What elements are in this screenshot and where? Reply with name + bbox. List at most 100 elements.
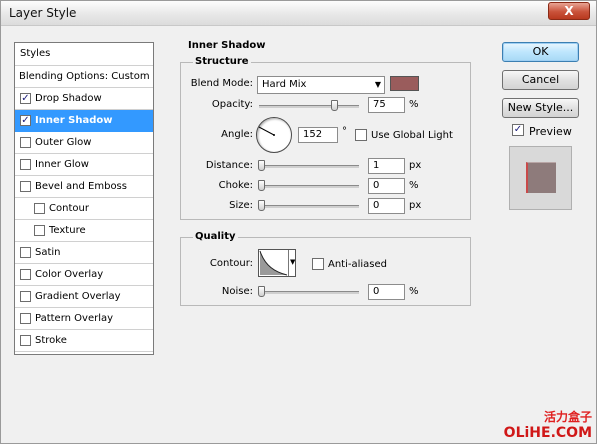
choke-unit: %: [409, 180, 419, 191]
style-item-checkbox[interactable]: [34, 225, 45, 236]
distance-input[interactable]: 1: [368, 158, 405, 174]
style-item-gradient-overlay[interactable]: Gradient Overlay: [15, 286, 153, 308]
choke-slider-track[interactable]: [259, 185, 359, 188]
noise-input[interactable]: 0: [368, 284, 405, 300]
blend-mode-value: Hard Mix: [262, 79, 307, 90]
watermark-line2: OLiHE.COM: [503, 425, 592, 441]
style-item-label: Texture: [49, 225, 86, 236]
noise-label: Noise:: [221, 286, 253, 297]
ok-button[interactable]: OK: [502, 42, 579, 62]
shadow-color-swatch[interactable]: [390, 76, 419, 91]
size-slider-track[interactable]: [259, 205, 359, 208]
use-global-light-label: Use Global Light: [371, 130, 453, 141]
style-item-checkbox[interactable]: [20, 181, 31, 192]
noise-slider-thumb[interactable]: [258, 286, 265, 297]
chevron-down-icon: ▼: [374, 80, 381, 89]
anti-aliased-checkbox[interactable]: [312, 258, 324, 270]
angle-input[interactable]: 152: [298, 127, 338, 143]
style-item-checkbox[interactable]: ✓: [20, 93, 31, 104]
new-style-button[interactable]: New Style...: [502, 98, 579, 118]
style-item-label: Outer Glow: [35, 137, 92, 148]
title-bar: Layer Style X: [1, 1, 596, 26]
blend-mode-select[interactable]: Hard Mix ▼: [257, 76, 385, 94]
style-item-contour[interactable]: Contour: [15, 198, 153, 220]
style-item-inner-glow[interactable]: Inner Glow: [15, 154, 153, 176]
style-item-label: Bevel and Emboss: [35, 181, 127, 192]
blending-options-label: Blending Options: Custom: [19, 71, 150, 82]
style-item-checkbox[interactable]: [20, 291, 31, 302]
angle-label: Angle:: [221, 129, 253, 140]
style-item-checkbox[interactable]: ✓: [20, 115, 31, 126]
style-item-checkbox[interactable]: [34, 203, 45, 214]
opacity-slider-thumb[interactable]: [331, 100, 338, 111]
choke-slider-thumb[interactable]: [258, 180, 265, 191]
contour-label: Contour:: [209, 258, 253, 269]
preview-checkbox[interactable]: ✓: [512, 124, 524, 136]
svg-text:▼: ▼: [290, 258, 295, 266]
style-item-checkbox[interactable]: [20, 159, 31, 170]
use-global-light-checkbox[interactable]: [355, 129, 367, 141]
style-item-texture[interactable]: Texture: [15, 220, 153, 242]
choke-input[interactable]: 0: [368, 178, 405, 194]
anti-aliased-label: Anti-aliased: [328, 259, 388, 270]
style-item-checkbox[interactable]: [20, 335, 31, 346]
watermark-line1: 活力盒子: [543, 410, 592, 424]
section-title: Inner Shadow: [186, 40, 268, 51]
style-item-inner-shadow[interactable]: ✓ Inner Shadow: [15, 110, 153, 132]
style-item-checkbox[interactable]: [20, 313, 31, 324]
angle-needle-icon: [258, 126, 275, 136]
style-item-label: Contour: [49, 203, 89, 214]
blend-mode-label: Blend Mode:: [190, 78, 253, 89]
style-item-bevel-and-emboss[interactable]: Bevel and Emboss: [15, 176, 153, 198]
style-preview: [509, 146, 572, 210]
watermark: 活力盒子 OLiHE.COM: [504, 408, 592, 441]
opacity-label: Opacity:: [211, 99, 253, 110]
style-item-label: Drop Shadow: [35, 93, 102, 104]
style-item-checkbox[interactable]: [20, 269, 31, 280]
contour-curve-icon: ▼: [259, 250, 296, 276]
styles-header[interactable]: Styles: [15, 43, 153, 66]
style-item-checkbox[interactable]: [20, 137, 31, 148]
styles-list: Styles Blending Options: Custom ✓ Drop Sh…: [14, 42, 154, 355]
size-input[interactable]: 0: [368, 198, 405, 214]
structure-title: Structure: [193, 56, 251, 67]
size-label: Size:: [229, 200, 253, 211]
choke-label: Choke:: [218, 180, 253, 191]
style-item-checkbox[interactable]: [20, 247, 31, 258]
style-item-label: Stroke: [35, 335, 67, 346]
angle-dial[interactable]: [256, 117, 292, 153]
styles-header-label: Styles: [20, 48, 51, 59]
layer-style-dialog: Layer Style X Styles Blending Options: C…: [0, 0, 597, 444]
blending-options-item[interactable]: Blending Options: Custom: [15, 66, 153, 88]
style-item-drop-shadow[interactable]: ✓ Drop Shadow: [15, 88, 153, 110]
style-item-pattern-overlay[interactable]: Pattern Overlay: [15, 308, 153, 330]
style-item-label: Gradient Overlay: [35, 291, 121, 302]
distance-slider-thumb[interactable]: [258, 160, 265, 171]
distance-slider-track[interactable]: [259, 165, 359, 168]
style-item-label: Satin: [35, 247, 61, 258]
style-item-label: Pattern Overlay: [35, 313, 114, 324]
distance-label: Distance:: [205, 160, 253, 171]
opacity-slider-track[interactable]: [259, 105, 359, 108]
size-unit: px: [409, 200, 422, 211]
style-item-outer-glow[interactable]: Outer Glow: [15, 132, 153, 154]
close-button[interactable]: X: [548, 2, 590, 20]
style-item-label: Inner Shadow: [35, 115, 113, 126]
opacity-input[interactable]: 75: [368, 97, 405, 113]
window-title: Layer Style: [9, 6, 77, 20]
style-item-stroke[interactable]: Stroke: [15, 330, 153, 352]
style-item-label: Inner Glow: [35, 159, 89, 170]
style-item-color-overlay[interactable]: Color Overlay: [15, 264, 153, 286]
preview-label: Preview: [529, 125, 572, 138]
cancel-button[interactable]: Cancel: [502, 70, 579, 90]
noise-slider-track[interactable]: [259, 291, 359, 294]
contour-picker[interactable]: ▼: [258, 249, 296, 277]
noise-unit: %: [409, 286, 419, 297]
preview-swatch: [526, 162, 556, 193]
size-slider-thumb[interactable]: [258, 200, 265, 211]
style-item-satin[interactable]: Satin: [15, 242, 153, 264]
opacity-unit: %: [409, 99, 419, 110]
distance-unit: px: [409, 160, 422, 171]
style-item-label: Color Overlay: [35, 269, 104, 280]
angle-unit: °: [342, 126, 347, 137]
